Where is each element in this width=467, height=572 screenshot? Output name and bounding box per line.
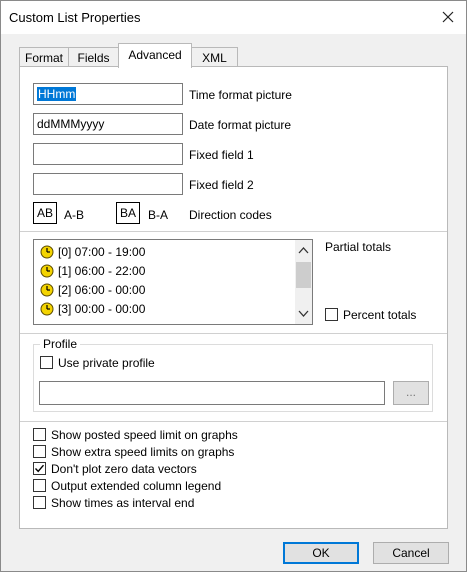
- tab-format[interactable]: Format: [19, 47, 69, 67]
- time-format-value: HHmm: [37, 87, 77, 101]
- close-button[interactable]: [436, 5, 460, 29]
- profile-group-label: Profile: [40, 337, 81, 351]
- close-icon: [442, 11, 454, 23]
- tab-label: Format: [24, 51, 63, 65]
- partial-totals-label: Partial totals: [325, 240, 392, 254]
- list-item[interactable]: [2] 06:00 - 00:00: [40, 282, 145, 298]
- direction-code-ab-input[interactable]: AB: [33, 202, 57, 224]
- direction-label-ba: B-A: [148, 208, 169, 222]
- divider: [20, 231, 447, 232]
- checkmark-icon: [34, 464, 45, 473]
- tab-label: XML: [202, 51, 227, 65]
- list-item-label: [2] 06:00 - 00:00: [58, 283, 146, 297]
- dont-plot-zero-vectors-label: Don't plot zero data vectors: [51, 462, 197, 476]
- divider: [20, 333, 447, 334]
- clock-icon: [40, 283, 54, 297]
- list-item-label: [0] 07:00 - 19:00: [58, 245, 146, 259]
- scroll-down-icon[interactable]: [298, 310, 309, 318]
- list-item[interactable]: [0] 07:00 - 19:00: [40, 244, 145, 260]
- cancel-button[interactable]: Cancel: [373, 542, 449, 564]
- profile-path-input[interactable]: [39, 381, 385, 405]
- tab-label: Advanced: [128, 48, 182, 62]
- show-times-interval-end-checkbox[interactable]: [33, 496, 46, 509]
- dont-plot-zero-vectors-checkbox[interactable]: [33, 462, 46, 475]
- dialog-window: Custom List Properties Format Fields Adv…: [0, 0, 467, 572]
- list-item[interactable]: [1] 06:00 - 22:00: [40, 263, 145, 279]
- title-bar: Custom List Properties: [1, 1, 466, 34]
- direction-code-ab: AB: [37, 206, 54, 220]
- date-format-value: ddMMMyyyy: [37, 117, 105, 131]
- tab-advanced[interactable]: Advanced: [118, 43, 192, 68]
- direction-codes-label: Direction codes: [189, 208, 272, 222]
- use-private-profile-checkbox[interactable]: [40, 356, 53, 369]
- fixed-field-2-label: Fixed field 2: [189, 178, 254, 192]
- clock-icon: [40, 302, 54, 316]
- date-format-label: Date format picture: [189, 118, 292, 132]
- show-posted-speed-limit-label: Show posted speed limit on graphs: [51, 428, 238, 442]
- advanced-panel: HHmm Time format picture ddMMMyyyy Date …: [19, 66, 448, 529]
- show-times-interval-end-label: Show times as interval end: [51, 496, 195, 510]
- tab-fields[interactable]: Fields: [68, 47, 119, 67]
- use-private-profile-label: Use private profile: [58, 356, 155, 370]
- output-extended-legend-checkbox[interactable]: [33, 479, 46, 492]
- list-item-label: [3] 00:00 - 00:00: [58, 302, 146, 316]
- profile-group: Profile Use private profile ...: [33, 337, 433, 412]
- list-scrollbar[interactable]: [295, 240, 312, 324]
- clock-icon: [40, 245, 54, 259]
- time-format-input[interactable]: HHmm: [33, 83, 183, 105]
- time-format-label: Time format picture: [189, 88, 292, 102]
- show-extra-speed-limits-checkbox[interactable]: [33, 445, 46, 458]
- browse-button-label: ...: [405, 385, 416, 399]
- percent-totals-label: Percent totals: [343, 308, 417, 322]
- scroll-up-icon[interactable]: [298, 246, 309, 254]
- show-extra-speed-limits-label: Show extra speed limits on graphs: [51, 445, 235, 459]
- list-item-label: [1] 06:00 - 22:00: [58, 264, 146, 278]
- date-format-input[interactable]: ddMMMyyyy: [33, 113, 183, 135]
- fixed-field-1-label: Fixed field 1: [189, 148, 254, 162]
- list-item[interactable]: [3] 00:00 - 00:00: [40, 301, 145, 317]
- scroll-thumb[interactable]: [296, 262, 311, 288]
- fixed-field-2-input[interactable]: [33, 173, 183, 195]
- divider: [20, 421, 447, 422]
- tab-label: Fields: [77, 51, 110, 65]
- window-title: Custom List Properties: [9, 10, 141, 25]
- ok-button[interactable]: OK: [283, 542, 359, 564]
- partial-totals-list[interactable]: [0] 07:00 - 19:00 [1] 06:00 - 22:00 [2] …: [33, 239, 313, 325]
- tab-xml[interactable]: XML: [191, 47, 238, 67]
- percent-totals-checkbox[interactable]: [325, 308, 338, 321]
- clock-icon: [40, 264, 54, 278]
- browse-button[interactable]: ...: [393, 381, 429, 405]
- show-posted-speed-limit-checkbox[interactable]: [33, 428, 46, 441]
- fixed-field-1-input[interactable]: [33, 143, 183, 165]
- ok-button-label: OK: [312, 546, 330, 560]
- output-extended-legend-label: Output extended column legend: [51, 479, 222, 493]
- cancel-button-label: Cancel: [392, 546, 430, 560]
- direction-code-ba: BA: [120, 206, 137, 220]
- direction-code-ba-input[interactable]: BA: [116, 202, 140, 224]
- direction-label-ab: A-B: [64, 208, 85, 222]
